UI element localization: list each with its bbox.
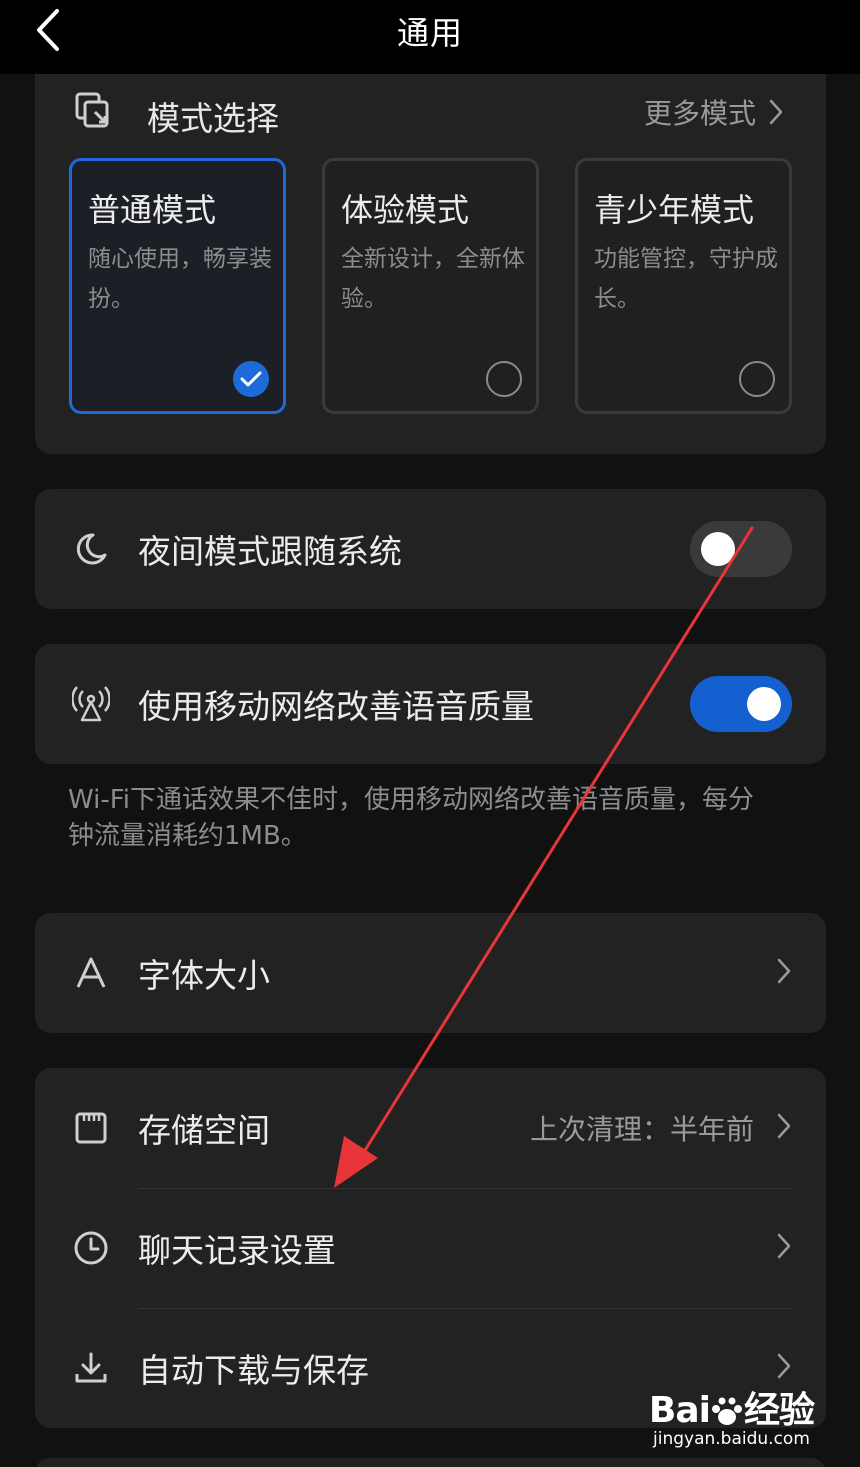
- mode-option-desc: 随心使用，畅享装扮。: [88, 246, 272, 312]
- top-bar: 通用: [0, 0, 860, 74]
- chat-history-settings-row[interactable]: 聊天记录设置: [35, 1188, 826, 1308]
- radio-unchecked-icon: [486, 361, 522, 397]
- mode-select-icon: [73, 90, 113, 134]
- last-cleanup-value: 上次清理：半年前: [529, 1113, 754, 1146]
- selected-check-icon: [233, 361, 269, 397]
- chevron-right-icon: [769, 99, 783, 125]
- chevron-right-icon: [776, 1352, 792, 1384]
- mode-option-experience[interactable]: 体验模式 全新设计，全新体验。: [322, 158, 539, 414]
- page-title: 通用: [396, 14, 463, 52]
- mode-option-desc: 功能管控，守护成长。: [594, 246, 778, 312]
- more-modes-label: 更多模式: [643, 97, 756, 130]
- chevron-right-icon: [776, 1232, 792, 1264]
- watermark-logo: Bai 经验: [648, 1390, 815, 1431]
- auto-download-label: 自动下载与保存: [138, 1351, 369, 1390]
- mode-selection-card: 模式选择 更多模式 普通模式 随心使用，畅享装扮。 体验模式 全新设计，全新体验…: [35, 74, 826, 454]
- storage-icon: [71, 1108, 111, 1148]
- font-letter-icon: [71, 953, 111, 993]
- storage-space-label: 存储空间: [138, 1111, 270, 1150]
- mode-option-name: 体验模式: [341, 191, 470, 229]
- chevron-right-icon: [776, 957, 792, 989]
- font-size-row[interactable]: 字体大小: [35, 913, 826, 1033]
- watermark-url: jingyan.baidu.com: [653, 1429, 810, 1449]
- chat-history-settings-label: 聊天记录设置: [138, 1231, 336, 1270]
- mode-section-title: 模式选择: [147, 99, 279, 138]
- chevron-right-icon: [776, 1112, 792, 1144]
- night-mode-row: 夜间模式跟随系统: [35, 489, 826, 609]
- download-icon: [71, 1348, 111, 1388]
- next-card-edge: [35, 1458, 826, 1467]
- mobile-voice-label: 使用移动网络改善语音质量: [138, 687, 534, 726]
- mode-option-name: 普通模式: [88, 191, 217, 229]
- moon-icon: [71, 529, 111, 569]
- mode-option-teen[interactable]: 青少年模式 功能管控，守护成长。: [575, 158, 792, 414]
- toggle-knob: [701, 532, 735, 566]
- radio-unchecked-icon: [739, 361, 775, 397]
- font-size-label: 字体大小: [138, 956, 270, 995]
- mobile-voice-toggle[interactable]: [690, 676, 792, 732]
- mode-option-normal[interactable]: 普通模式 随心使用，畅享装扮。: [69, 158, 286, 414]
- paw-icon: [711, 1397, 742, 1425]
- night-mode-label: 夜间模式跟随系统: [138, 532, 402, 571]
- mode-option-name: 青少年模式: [594, 191, 755, 229]
- night-mode-toggle[interactable]: [690, 521, 792, 577]
- baidu-jingyan-watermark: Bai 经验 jingyan.baidu.com: [648, 1381, 815, 1449]
- toggle-knob: [747, 687, 781, 721]
- signal-tower-icon: [71, 684, 111, 724]
- mobile-voice-row: 使用移动网络改善语音质量: [35, 644, 826, 764]
- clock-icon: [71, 1228, 111, 1268]
- storage-settings-group: 存储空间 上次清理：半年前 聊天记录设置 自动下载与保存: [35, 1068, 826, 1428]
- storage-space-row[interactable]: 存储空间 上次清理：半年前: [35, 1068, 826, 1188]
- more-modes-link[interactable]: 更多模式: [644, 92, 784, 132]
- mode-option-desc: 全新设计，全新体验。: [341, 246, 525, 312]
- mobile-voice-note: Wi-Fi下通话效果不佳时，使用移动网络改善语音质量，每分钟流量消耗约1MB。: [68, 785, 755, 851]
